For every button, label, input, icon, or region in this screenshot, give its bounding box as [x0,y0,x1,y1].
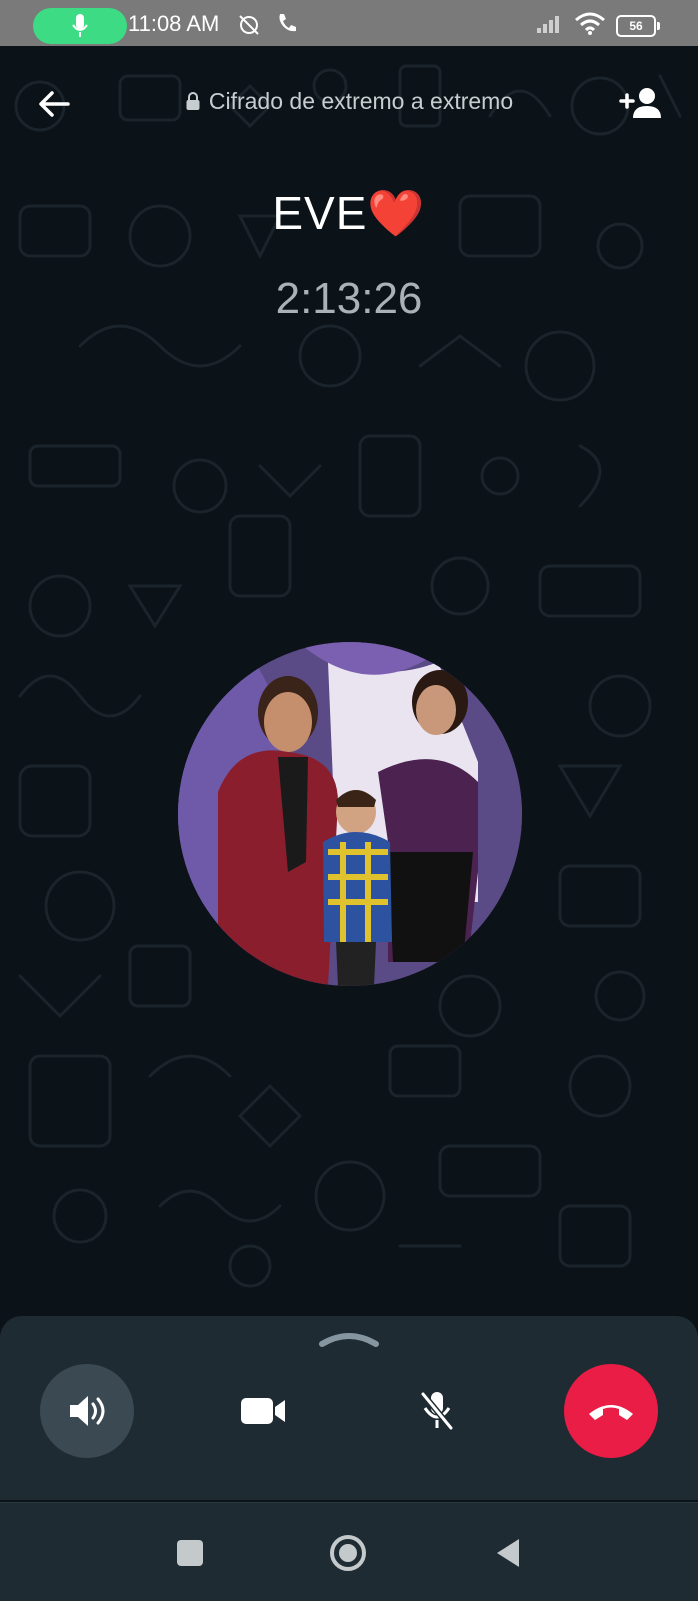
battery-icon: 56 [616,15,660,37]
wifi-icon [575,12,605,35]
expand-handle-icon[interactable] [316,1328,382,1348]
lock-icon [186,92,200,110]
alarm-off-icon [239,15,259,35]
call-duration: 2:13:26 [275,274,423,323]
video-camera-icon [241,1398,285,1424]
phone-icon [279,14,296,32]
call-control-sheet [0,1316,698,1500]
nav-back-button[interactable] [486,1531,530,1575]
status-time: 11:08 AM [128,11,220,36]
system-navigation-bar [0,1502,698,1601]
end-call-icon [589,1405,633,1420]
mic-off-icon [420,1392,454,1430]
battery-level: 56 [629,19,643,33]
signal-icon [537,16,559,33]
contact-photo [178,642,522,986]
back-triangle-icon [497,1539,519,1567]
mic-icon [72,14,88,37]
contact-name: EVE❤️ [272,187,426,239]
add-participant-button[interactable] [616,80,668,126]
encryption-notice: Cifrado de extremo a extremo [0,88,698,115]
contact-avatar [178,642,522,986]
home-button[interactable] [326,1531,370,1575]
speaker-button[interactable] [40,1364,134,1458]
status-bar: 11:08 AM 56 [0,0,698,46]
recents-square-icon [177,1540,203,1566]
recents-button[interactable] [168,1531,212,1575]
mic-in-use-indicator[interactable] [33,8,127,44]
end-call-button[interactable] [564,1364,658,1458]
speaker-icon [70,1396,105,1426]
mute-button[interactable] [390,1364,484,1458]
add-person-icon [619,88,661,118]
video-button[interactable] [216,1364,310,1458]
home-circle-icon [330,1535,366,1571]
encryption-text: Cifrado de extremo a extremo [208,88,514,114]
